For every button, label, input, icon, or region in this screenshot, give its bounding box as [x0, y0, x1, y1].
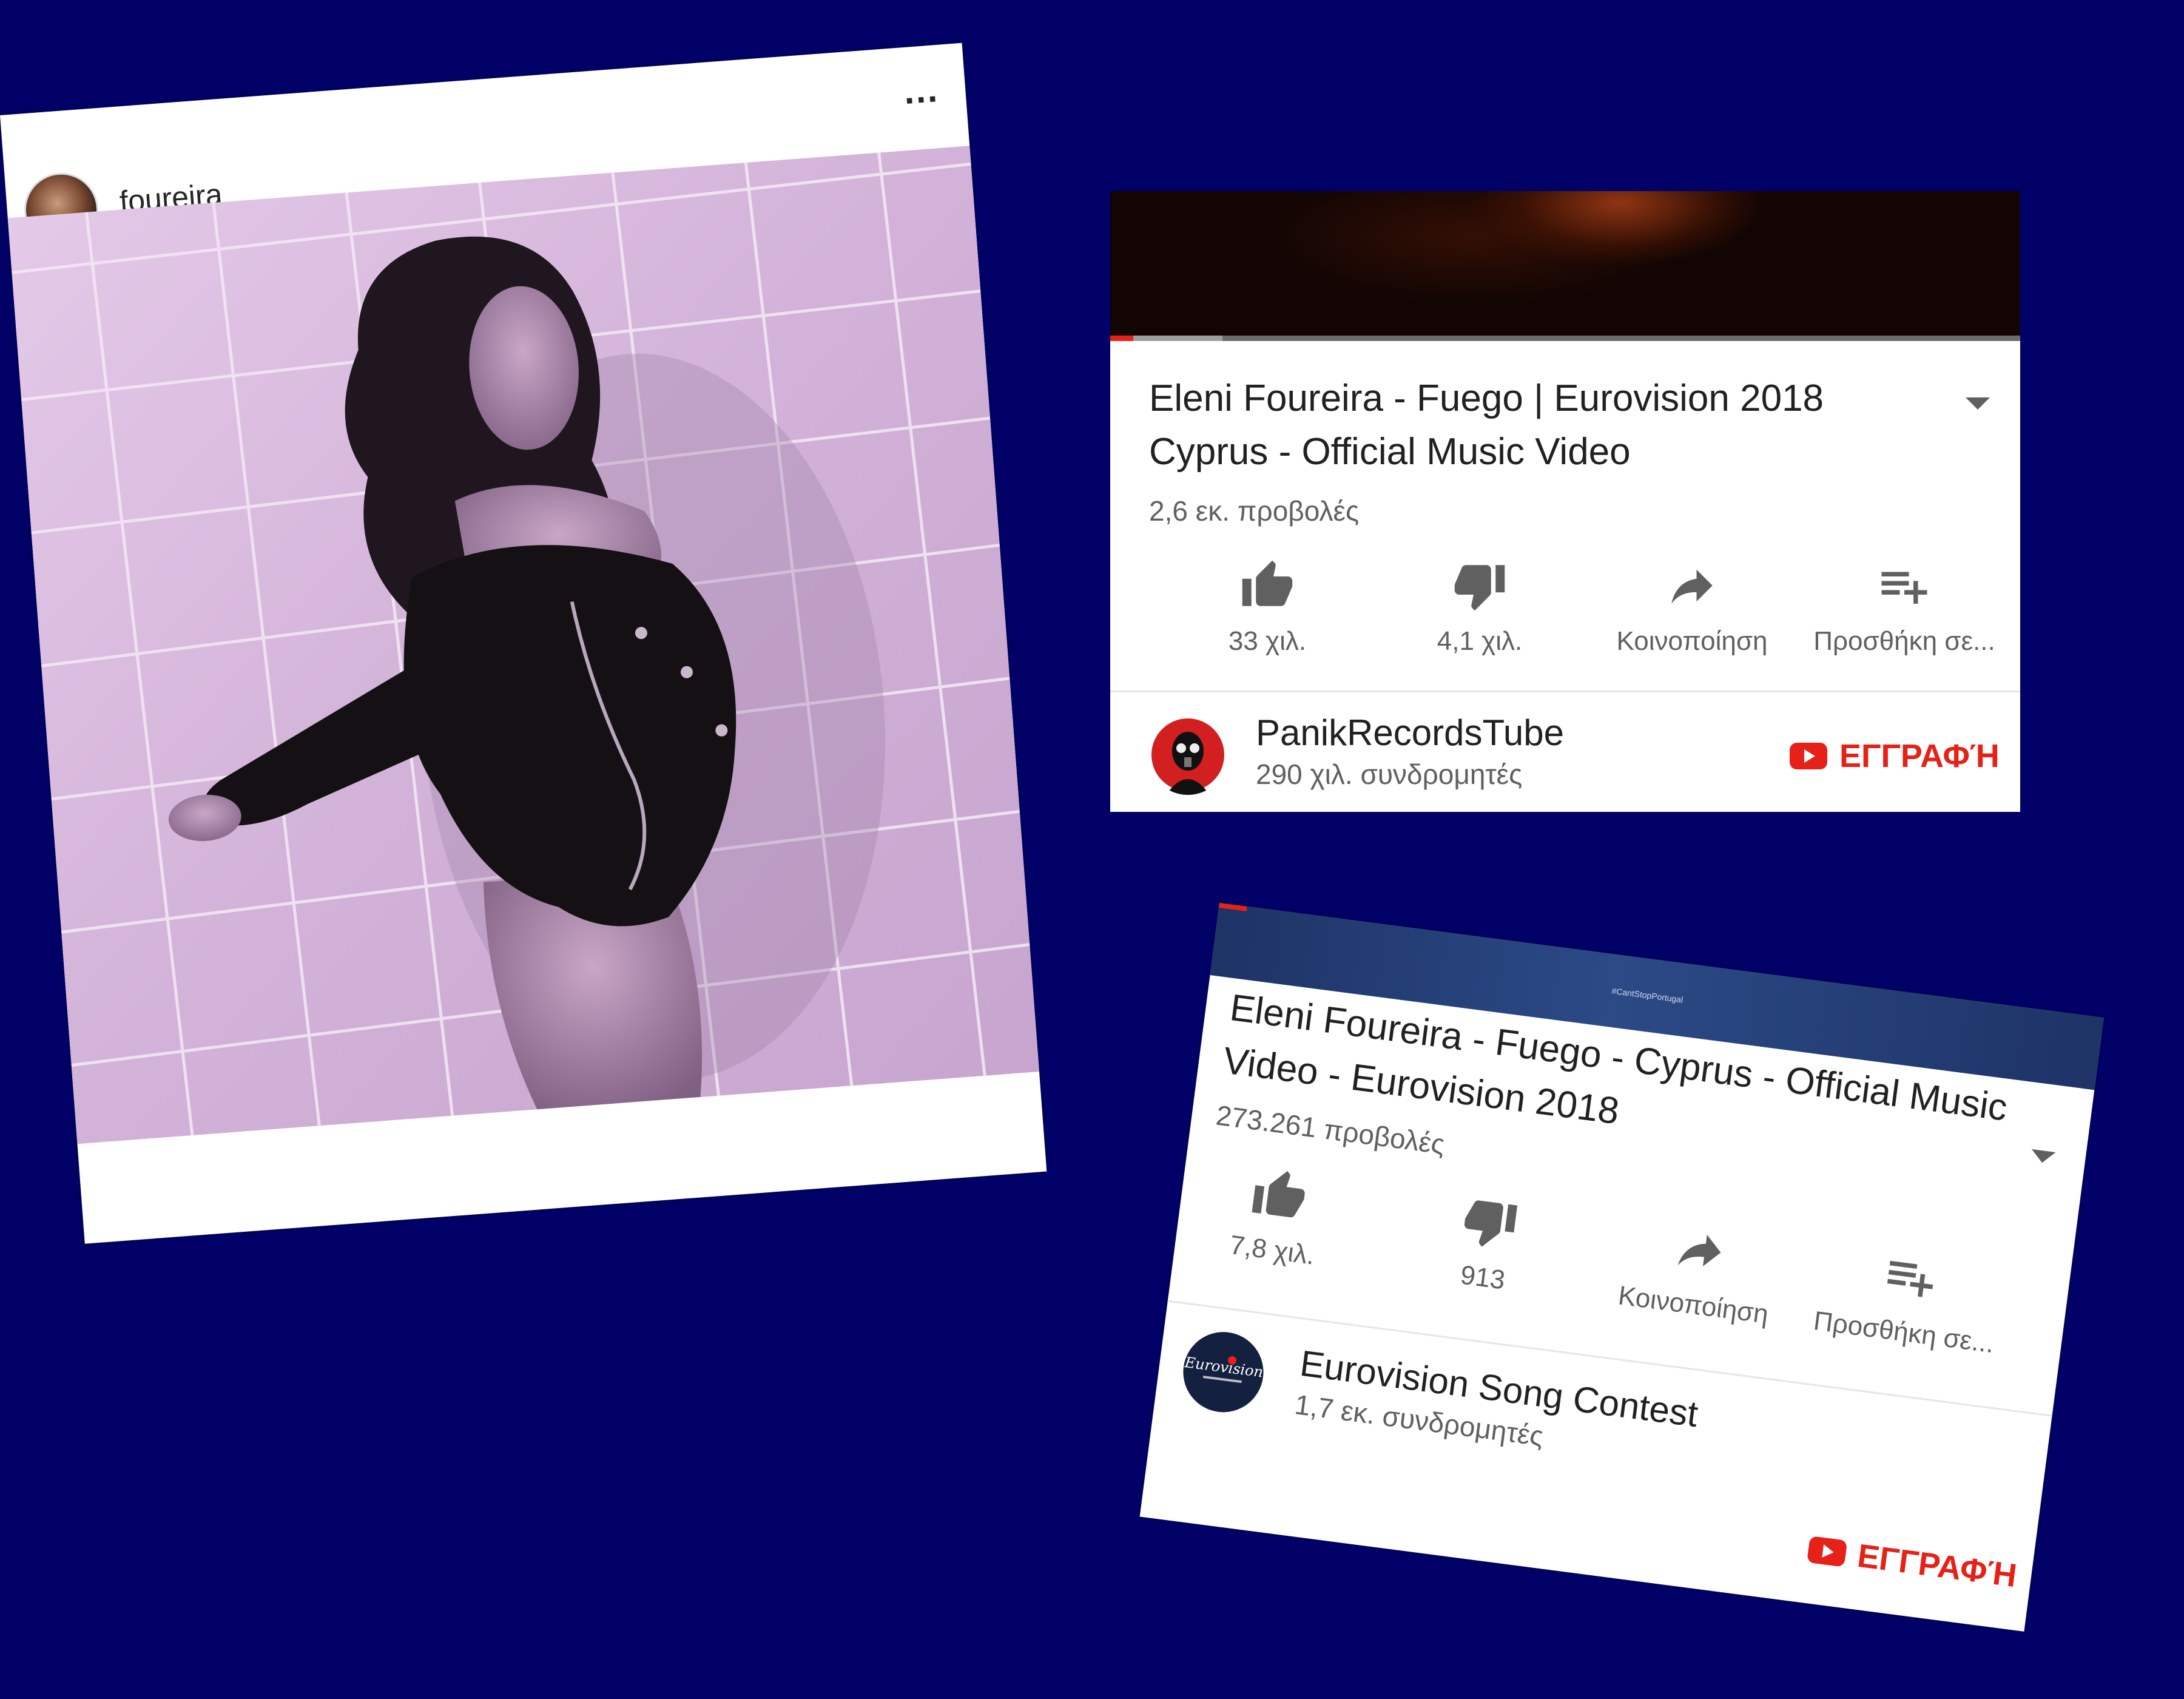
youtube-logo-icon [1807, 1536, 1848, 1567]
share-arrow-icon [1671, 569, 1713, 604]
thumbs-down-icon [1454, 565, 1505, 611]
thumbs-up-icon [1242, 560, 1293, 606]
channel-name[interactable]: PanikRecordsTube [1256, 712, 1564, 754]
thumbs-up-icon [1252, 1170, 1305, 1218]
share-label: Κοινοποίηση [1616, 1280, 1770, 1329]
post-photo-image [7, 146, 1039, 1144]
divider [1110, 691, 2020, 692]
youtube-video-card-panik: Eleni Foureira - Fuego | Eurovision 2018… [1110, 191, 2020, 812]
channel-subscriber-count: 290 χιλ. συνδρομητές [1256, 758, 1523, 790]
channel-avatar[interactable] [1148, 715, 1228, 795]
add-to-playlist-button[interactable]: Προσθήκη σε... [1799, 1237, 2017, 1360]
youtube-logo-icon [1790, 743, 1827, 769]
like-count: 33 χιλ. [1228, 626, 1307, 656]
share-arrow-icon [1677, 1234, 1721, 1266]
view-count: 2,6 εκ. προβολές [1149, 495, 1360, 527]
like-count: 7,8 χιλ. [1228, 1230, 1316, 1271]
share-label: Κοινοποίηση [1616, 626, 1768, 656]
video-title-line-1: Eleni Foureira - Fuego | Eurovision 2018 [1149, 377, 1824, 419]
dislike-button[interactable]: 913 [1378, 1182, 1596, 1306]
video-progress-bar[interactable] [1110, 336, 2020, 341]
expand-description-icon[interactable] [1966, 397, 1990, 410]
share-button[interactable]: Κοινοποίηση [1589, 558, 1795, 657]
add-to-label: Προσθήκη σε... [1812, 1306, 1996, 1359]
video-title-line-2: Cyprus - Official Music Video [1149, 431, 1631, 473]
channel-avatar[interactable]: Eurovision [1178, 1327, 1269, 1417]
subscribe-label: ΕΓΓΡΑΦΉ [1855, 1537, 2019, 1595]
subscribe-button[interactable]: ΕΓΓΡΑΦΉ [1806, 1530, 2019, 1595]
dislike-count: 913 [1458, 1260, 1507, 1295]
instagram-post-photo[interactable] [7, 146, 1039, 1144]
dislike-count: 4,1 χιλ. [1437, 626, 1523, 656]
more-options-icon[interactable]: … [901, 68, 942, 112]
subscribe-label: ΕΓΓΡΑΦΉ [1839, 738, 2000, 774]
video-overlay-tag: #CantStopPortugal [1611, 985, 1684, 1005]
like-button[interactable]: 33 χιλ. [1164, 558, 1370, 657]
like-button[interactable]: 7,8 χιλ. [1168, 1155, 1385, 1278]
video-player[interactable] [1110, 191, 2020, 340]
expand-description-icon[interactable] [2030, 1149, 2056, 1164]
dislike-button[interactable]: 4,1 χιλ. [1377, 558, 1583, 657]
thumbs-down-icon [1464, 1200, 1518, 1247]
share-button[interactable]: Κοινοποίηση [1589, 1209, 1806, 1333]
video-progress-fill [1218, 903, 1247, 911]
add-to-label: Προσθήκη σε... [1813, 626, 1995, 656]
video-progress-fill [1110, 336, 1133, 341]
playlist-add-icon [1887, 1260, 1933, 1297]
panik-logo-icon [1148, 715, 1228, 795]
youtube-video-card-eurovision: #CantStopPortugal Eleni Foureira - Fuego… [1139, 903, 2104, 1632]
eurovision-logo-icon: Eurovision [1183, 1332, 1264, 1413]
subscribe-button[interactable]: ΕΓΓΡΑΦΉ [1790, 737, 2000, 775]
add-to-playlist-button[interactable]: Προσθήκη σε... [1801, 558, 2007, 657]
instagram-post-card: foureira … [0, 42, 1047, 1244]
playlist-add-icon [1881, 572, 1927, 604]
